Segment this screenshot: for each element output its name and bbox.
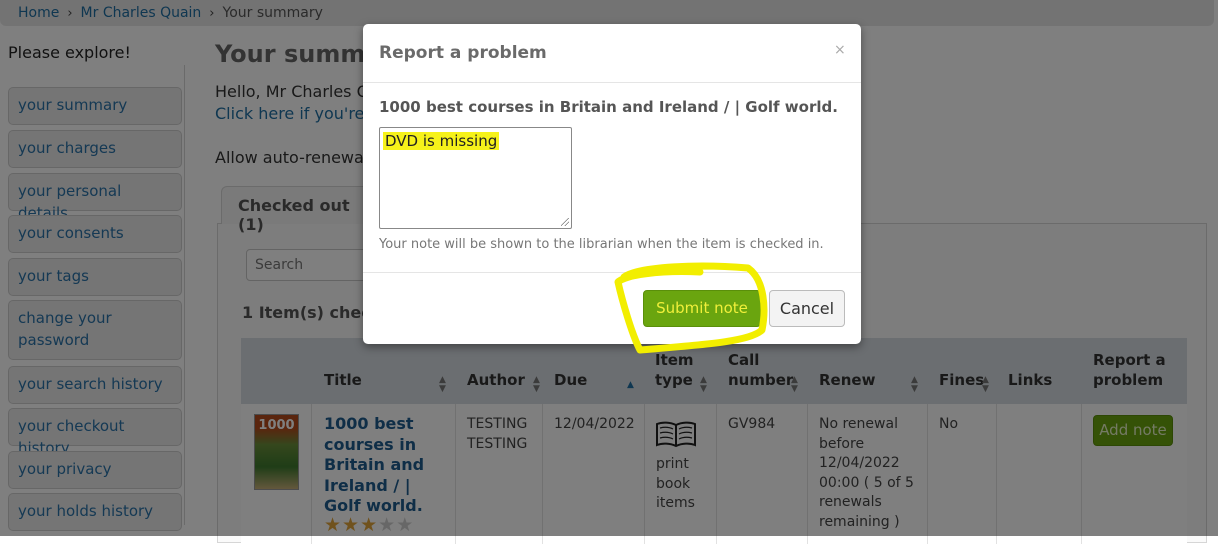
modal-title: Report a problem <box>379 43 547 63</box>
note-text: DVD is missing <box>383 132 500 150</box>
modal-help-text: Your note will be shown to the librarian… <box>379 237 824 252</box>
resize-handle-icon[interactable] <box>561 218 569 226</box>
submit-note-button[interactable]: Submit note <box>643 290 761 327</box>
problem-note-textarea[interactable]: DVD is missing <box>379 127 572 229</box>
report-problem-modal: Report a problem × 1000 best courses in … <box>363 24 861 344</box>
close-icon[interactable]: × <box>834 42 846 58</box>
cancel-button[interactable]: Cancel <box>769 290 845 327</box>
modal-book-title: 1000 best courses in Britain and Ireland… <box>379 98 838 116</box>
